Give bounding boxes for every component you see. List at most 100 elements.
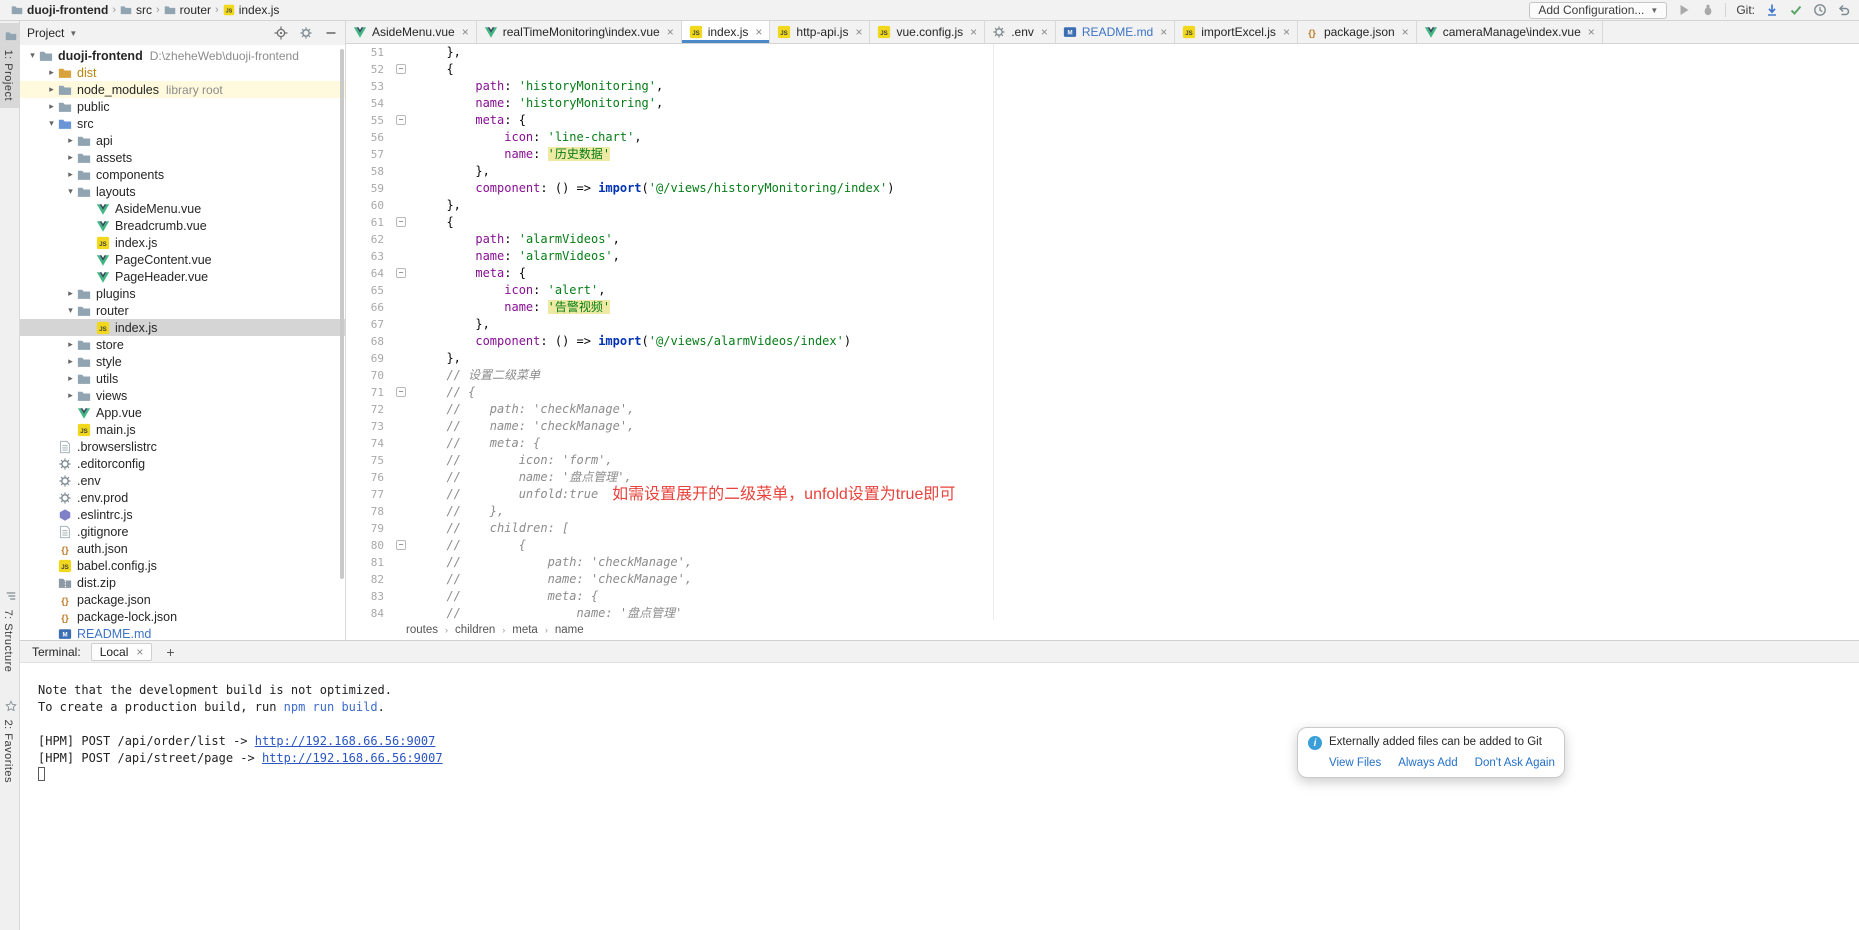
close-icon[interactable]: × xyxy=(855,25,862,39)
close-icon[interactable]: × xyxy=(136,645,143,659)
breadcrumb-item[interactable]: duoji-frontend xyxy=(8,3,111,17)
editor-tab[interactable]: realTimeMonitoring\index.vue× xyxy=(477,21,682,43)
tree-item[interactable]: .browserslistrc xyxy=(20,438,345,455)
notification-link[interactable]: Always Add xyxy=(1398,757,1457,769)
breadcrumb-item[interactable]: children xyxy=(455,624,495,636)
gear-icon[interactable] xyxy=(299,26,313,40)
breadcrumb-item[interactable]: JSindex.js xyxy=(220,3,283,17)
tree-item[interactable]: ▾router xyxy=(20,302,345,319)
tree-item[interactable]: ▸plugins xyxy=(20,285,345,302)
tree-toggle-icon[interactable]: ▸ xyxy=(64,390,77,401)
close-icon[interactable]: × xyxy=(970,25,977,39)
vcs-update-icon[interactable] xyxy=(1765,3,1779,17)
tree-item[interactable]: PageHeader.vue xyxy=(20,268,345,285)
tree-item[interactable]: ▾src xyxy=(20,115,345,132)
tree-toggle-icon[interactable]: ▸ xyxy=(64,169,77,180)
fold-marker[interactable]: − xyxy=(396,387,406,397)
project-tree[interactable]: ▾duoji-frontendD:\zheheWeb\duoji-fronten… xyxy=(20,45,345,640)
fold-marker[interactable]: − xyxy=(396,268,406,278)
tree-item[interactable]: .env xyxy=(20,472,345,489)
fold-marker[interactable]: − xyxy=(396,64,406,74)
editor-tab[interactable]: AsideMenu.vue× xyxy=(346,21,477,43)
notification-link[interactable]: View Files xyxy=(1329,757,1381,769)
tree-item[interactable]: dist.zip xyxy=(20,574,345,591)
tree-item[interactable]: AsideMenu.vue xyxy=(20,200,345,217)
tree-item[interactable]: MREADME.md xyxy=(20,625,345,640)
tree-toggle-icon[interactable]: ▸ xyxy=(64,152,77,163)
tree-item[interactable]: {}package.json xyxy=(20,591,345,608)
terminal-tab-local[interactable]: Local × xyxy=(91,643,153,661)
tree-toggle-icon[interactable]: ▸ xyxy=(64,135,77,146)
tree-toggle-icon[interactable]: ▸ xyxy=(45,67,58,78)
editor-tab[interactable]: JSimportExcel.js× xyxy=(1175,21,1298,43)
tree-toggle-icon[interactable]: ▾ xyxy=(64,305,77,316)
new-terminal-button[interactable]: + xyxy=(162,644,178,660)
tree-item[interactable]: Breadcrumb.vue xyxy=(20,217,345,234)
close-icon[interactable]: × xyxy=(462,25,469,39)
tree-item[interactable]: ▸api xyxy=(20,132,345,149)
tree-item[interactable]: .eslintrc.js xyxy=(20,506,345,523)
tree-item[interactable]: ▸components xyxy=(20,166,345,183)
tree-item[interactable]: JSmain.js xyxy=(20,421,345,438)
project-view-selector[interactable]: Project ▼ xyxy=(27,26,77,40)
tree-item[interactable]: ▾duoji-frontendD:\zheheWeb\duoji-fronten… xyxy=(20,47,345,64)
tree-toggle-icon[interactable]: ▸ xyxy=(45,84,58,95)
tree-item[interactable]: ▸node_moduleslibrary root xyxy=(20,81,345,98)
tree-item[interactable]: JSindex.js xyxy=(20,234,345,251)
locate-icon[interactable] xyxy=(274,26,288,40)
tree-item[interactable]: JSindex.js xyxy=(20,319,345,336)
tree-toggle-icon[interactable]: ▾ xyxy=(45,118,58,129)
fold-marker[interactable]: − xyxy=(396,115,406,125)
editor-tab[interactable]: JSvue.config.js× xyxy=(870,21,985,43)
close-icon[interactable]: × xyxy=(1160,25,1167,39)
tree-item[interactable]: JSbabel.config.js xyxy=(20,557,345,574)
tree-toggle-icon[interactable]: ▾ xyxy=(26,50,39,61)
add-configuration-button[interactable]: Add Configuration... ▼ xyxy=(1529,2,1667,19)
close-icon[interactable]: × xyxy=(667,25,674,39)
stripe-tab-structure[interactable]: 7: Structure xyxy=(0,583,19,679)
stripe-tab-project[interactable]: 1: Project xyxy=(0,23,19,108)
tree-toggle-icon[interactable]: ▸ xyxy=(64,288,77,299)
terminal-output[interactable]: Note that the development build is not o… xyxy=(20,663,1859,930)
fold-marker[interactable]: − xyxy=(396,540,406,550)
stripe-tab-favorites[interactable]: 2: Favorites xyxy=(0,693,19,790)
tree-item[interactable]: App.vue xyxy=(20,404,345,421)
notification-link[interactable]: Don't Ask Again xyxy=(1475,757,1555,769)
debug-icon[interactable] xyxy=(1701,3,1715,17)
rollback-icon[interactable] xyxy=(1837,3,1851,17)
editor-tab[interactable]: JSindex.js× xyxy=(682,21,771,43)
tree-item[interactable]: ▸utils xyxy=(20,370,345,387)
tree-item[interactable]: {}package-lock.json xyxy=(20,608,345,625)
close-icon[interactable]: × xyxy=(1402,25,1409,39)
scrollbar[interactable] xyxy=(340,49,344,579)
tree-item[interactable]: {}auth.json xyxy=(20,540,345,557)
tree-item[interactable]: ▸style xyxy=(20,353,345,370)
tree-toggle-icon[interactable]: ▸ xyxy=(64,339,77,350)
breadcrumb-item[interactable]: name xyxy=(555,624,584,636)
tree-item[interactable]: ▸public xyxy=(20,98,345,115)
tree-item[interactable]: ▾layouts xyxy=(20,183,345,200)
breadcrumb-item[interactable]: routes xyxy=(406,624,438,636)
tree-item[interactable]: ▸assets xyxy=(20,149,345,166)
hide-panel-icon[interactable] xyxy=(324,26,338,40)
tree-item[interactable]: ▸views xyxy=(20,387,345,404)
close-icon[interactable]: × xyxy=(1588,25,1595,39)
terminal-link[interactable]: http://192.168.66.56:9007 xyxy=(255,734,436,748)
tree-toggle-icon[interactable]: ▸ xyxy=(64,373,77,384)
close-icon[interactable]: × xyxy=(1283,25,1290,39)
tree-item[interactable]: ▸dist xyxy=(20,64,345,81)
tree-item[interactable]: .env.prod xyxy=(20,489,345,506)
close-icon[interactable]: × xyxy=(1041,25,1048,39)
tree-item[interactable]: .gitignore xyxy=(20,523,345,540)
tree-toggle-icon[interactable]: ▸ xyxy=(45,101,58,112)
breadcrumb-item[interactable]: src xyxy=(117,3,155,17)
run-icon[interactable] xyxy=(1677,3,1691,17)
close-icon[interactable]: × xyxy=(755,25,762,39)
tree-item[interactable]: .editorconfig xyxy=(20,455,345,472)
breadcrumb-item[interactable]: router xyxy=(161,3,214,17)
editor-tab[interactable]: MREADME.md× xyxy=(1056,21,1175,43)
code-editor[interactable]: 51 },52− {53 path: 'historyMonitoring',5… xyxy=(346,44,1859,620)
editor-tab[interactable]: {}package.json× xyxy=(1298,21,1417,43)
vcs-commit-icon[interactable] xyxy=(1789,3,1803,17)
editor-tab[interactable]: .env× xyxy=(985,21,1056,43)
